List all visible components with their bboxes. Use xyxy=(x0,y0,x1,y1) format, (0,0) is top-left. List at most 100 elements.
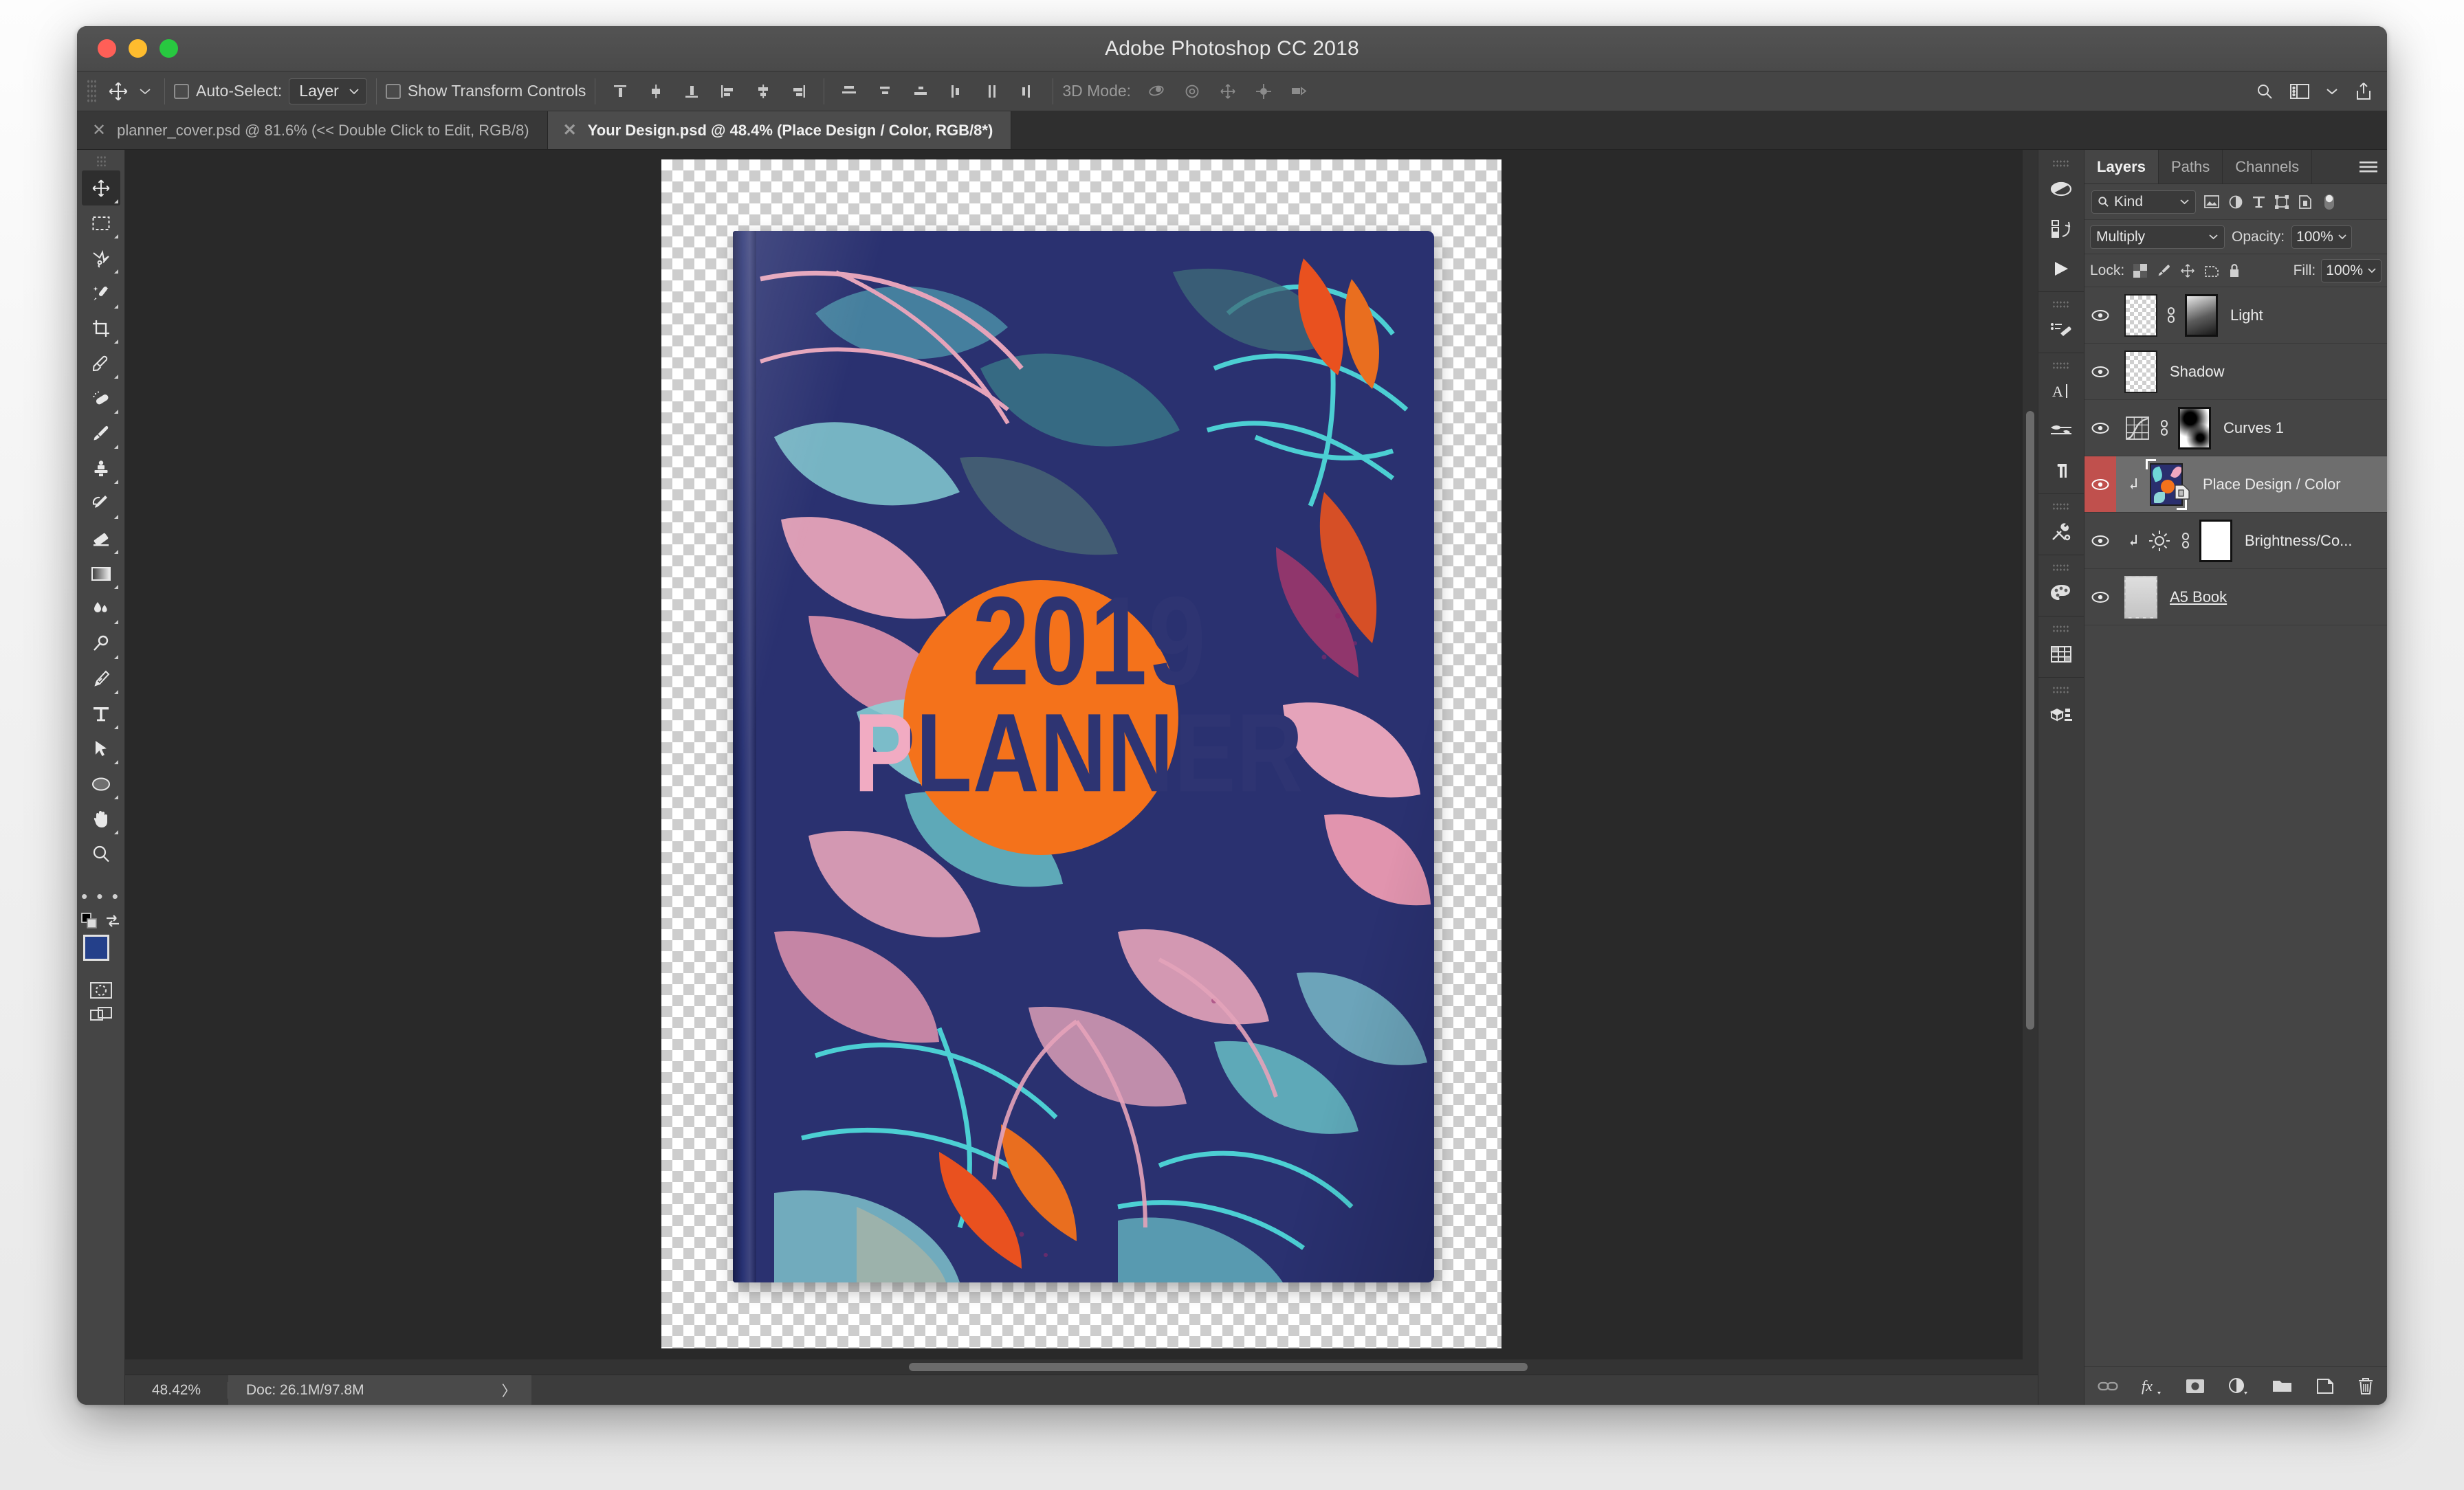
brush-presets-panel-icon[interactable] xyxy=(2042,310,2080,350)
blur-tool[interactable] xyxy=(82,591,120,626)
tool-submenu-indicator[interactable] xyxy=(113,375,118,379)
foreground-color-swatch[interactable] xyxy=(82,935,109,961)
canvas-vertical-scrollbar[interactable] xyxy=(2023,150,2038,1359)
tool-presets-panel-icon[interactable] xyxy=(2042,512,2080,552)
distribute-top-edges-icon[interactable] xyxy=(833,78,865,105)
more-tools-button[interactable]: • • • xyxy=(81,882,120,910)
roll-3d-icon[interactable] xyxy=(1176,78,1208,105)
lock-image-pixels-icon[interactable] xyxy=(2156,264,2171,278)
lasso-tool[interactable] xyxy=(82,241,120,276)
share-icon[interactable] xyxy=(2354,82,2373,101)
new-adjustment-layer-icon[interactable] xyxy=(2228,1377,2249,1395)
fill-field[interactable]: 100% xyxy=(2321,258,2382,282)
layer-thumbnails[interactable] xyxy=(2116,406,2211,449)
layer-row-brightness-contrast[interactable]: Brightness/Co... xyxy=(2084,513,2387,569)
crop-tool[interactable] xyxy=(82,311,120,346)
align-left-edges-icon[interactable] xyxy=(712,78,743,105)
layer-visibility-toggle[interactable] xyxy=(2084,569,2116,625)
layer-name[interactable]: Brightness/Co... xyxy=(2232,532,2353,550)
adjustment-layers-filter-icon[interactable] xyxy=(2229,195,2243,209)
tool-submenu-indicator[interactable] xyxy=(113,830,118,834)
tool-submenu-indicator[interactable] xyxy=(113,445,118,449)
close-icon[interactable]: ✕ xyxy=(563,122,577,139)
chevron-down-icon[interactable] xyxy=(2325,87,2339,96)
distribute-left-edges-icon[interactable] xyxy=(940,78,972,105)
layer-visibility-toggle[interactable] xyxy=(2084,456,2116,512)
layer-thumbnail[interactable] xyxy=(2124,575,2157,619)
layer-visibility-toggle[interactable] xyxy=(2084,513,2116,568)
distribute-bottom-edges-icon[interactable] xyxy=(905,78,936,105)
layer-thumbnails[interactable] xyxy=(2116,519,2232,562)
curves-adjustment-icon[interactable] xyxy=(2124,415,2150,441)
add-layer-mask-icon[interactable] xyxy=(2186,1379,2205,1394)
tool-submenu-indicator[interactable] xyxy=(113,760,118,764)
move-tool[interactable] xyxy=(81,170,120,205)
blend-mode-dropdown[interactable]: Multiply xyxy=(2090,225,2225,249)
hand-tool[interactable] xyxy=(82,801,120,836)
layer-visibility-toggle[interactable] xyxy=(2084,344,2116,399)
tool-submenu-indicator[interactable] xyxy=(113,550,118,554)
slide-3d-icon[interactable] xyxy=(1248,78,1279,105)
3d-panel-icon[interactable] xyxy=(2042,696,2080,735)
libraries-panel-icon[interactable] xyxy=(2042,209,2080,249)
paragraph-panel-icon[interactable] xyxy=(2042,451,2080,491)
dock-grip[interactable] xyxy=(2052,159,2070,168)
magic-wand-tool[interactable] xyxy=(82,276,120,311)
clone-stamp-tool[interactable] xyxy=(82,451,120,486)
tool-preset-chevron-icon[interactable] xyxy=(135,77,155,106)
layer-row-a5-book[interactable]: A5 Book xyxy=(2084,569,2387,625)
layer-visibility-toggle[interactable] xyxy=(2084,400,2116,456)
type-layers-filter-icon[interactable] xyxy=(2252,195,2265,209)
layer-name[interactable]: Curves 1 xyxy=(2211,419,2284,437)
brush-settings-panel-icon[interactable] xyxy=(2042,411,2080,451)
pan-3d-icon[interactable] xyxy=(1212,78,1244,105)
new-layer-icon[interactable] xyxy=(2316,1378,2334,1394)
dodge-tool[interactable] xyxy=(82,626,120,661)
dock-grip[interactable] xyxy=(2052,625,2070,633)
layer-thumbnails[interactable] xyxy=(2116,293,2218,337)
lock-transparent-pixels-icon[interactable] xyxy=(2133,263,2148,278)
type-tool[interactable] xyxy=(82,696,120,731)
brightness-adjustment-icon[interactable] xyxy=(2147,529,2172,553)
dock-grip[interactable] xyxy=(2052,300,2070,309)
layer-style-fx-icon[interactable]: fx xyxy=(2142,1377,2162,1395)
eraser-tool[interactable] xyxy=(82,521,120,556)
tool-submenu-indicator[interactable] xyxy=(113,199,118,203)
new-group-icon[interactable] xyxy=(2272,1379,2293,1394)
move-tool-icon[interactable] xyxy=(102,77,135,106)
layer-row-place-design-color[interactable]: Place Design / Color xyxy=(2084,456,2387,513)
tool-submenu-indicator[interactable] xyxy=(113,340,118,344)
layer-name[interactable]: Place Design / Color xyxy=(2190,476,2341,493)
layer-visibility-toggle[interactable] xyxy=(2084,287,2116,343)
pixel-layers-filter-icon[interactable] xyxy=(2204,195,2219,208)
character-panel-icon[interactable]: A xyxy=(2042,371,2080,411)
shape-layers-filter-icon[interactable] xyxy=(2275,194,2289,209)
panel-menu-icon[interactable] xyxy=(2360,160,2377,174)
swap-colors-icon[interactable] xyxy=(104,913,121,929)
gradient-tool[interactable] xyxy=(82,556,120,591)
layer-name[interactable]: Light xyxy=(2218,307,2263,324)
dock-grip[interactable] xyxy=(2052,564,2070,572)
layer-mask-thumbnail[interactable] xyxy=(2178,406,2211,449)
layer-thumbnail[interactable] xyxy=(2124,293,2157,337)
minimize-button[interactable] xyxy=(129,39,147,58)
tool-submenu-indicator[interactable] xyxy=(113,585,118,589)
link-layers-icon[interactable] xyxy=(2098,1379,2118,1393)
distribute-vertical-centers-icon[interactable] xyxy=(869,78,901,105)
dock-grip[interactable] xyxy=(2052,502,2070,511)
layer-name[interactable]: A5 Book xyxy=(2157,588,2227,606)
delete-layer-icon[interactable] xyxy=(2357,1377,2374,1395)
layer-mask-thumbnail[interactable] xyxy=(2199,519,2232,562)
tool-submenu-indicator[interactable] xyxy=(113,795,118,799)
filter-toggle[interactable] xyxy=(2322,192,2337,212)
zoom-button[interactable] xyxy=(160,39,178,58)
align-horizontal-centers-icon[interactable] xyxy=(747,78,779,105)
layer-thumbnails[interactable] xyxy=(2116,350,2157,393)
pen-tool[interactable] xyxy=(82,661,120,696)
align-bottom-edges-icon[interactable] xyxy=(676,78,707,105)
document-tab-planner-cover[interactable]: ✕ planner_cover.psd @ 81.6% (<< Double C… xyxy=(77,111,548,149)
lock-all-icon[interactable] xyxy=(2228,263,2241,278)
layer-thumbnail[interactable] xyxy=(2124,350,2157,393)
layer-thumbnails[interactable] xyxy=(2116,458,2190,510)
close-button[interactable] xyxy=(98,39,116,58)
